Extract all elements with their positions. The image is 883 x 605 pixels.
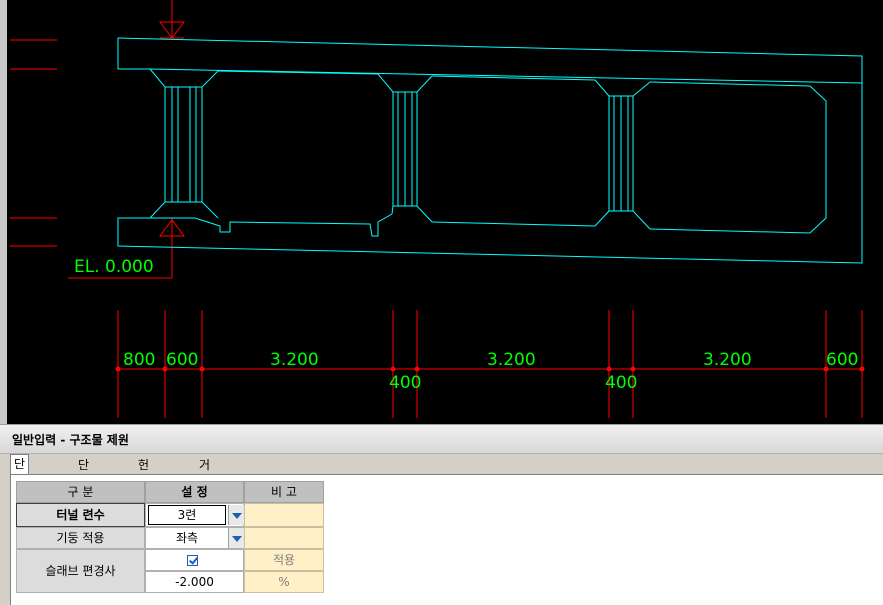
column-apply-label: 기둥 적용 bbox=[16, 527, 145, 549]
header-setting: 설 정 bbox=[145, 481, 244, 503]
dim-label: 400 bbox=[605, 373, 637, 393]
elevation-marker: EL. 0.000 bbox=[68, 0, 185, 279]
elevation-label: EL. 0.000 bbox=[74, 257, 154, 277]
column-apply-select[interactable]: 좌측 bbox=[145, 527, 244, 549]
dim-label: 3.200 bbox=[703, 350, 752, 370]
tab-haunch-dimensions[interactable]: 헌치제원 bbox=[138, 456, 149, 526]
slab-slope-apply-cell bbox=[145, 549, 244, 571]
slab-slope-apply-remark: 적용 bbox=[244, 549, 324, 571]
dimension-labels: 800 600 3.200 3.200 3.200 600 400 400 bbox=[123, 350, 858, 393]
cad-drawing-area[interactable]: EL. 0.000 800 600 3.200 3.200 3.200 600 … bbox=[0, 0, 883, 424]
panel-title: 일반입력 - 구조물 제원 bbox=[12, 433, 129, 447]
chevron-down-icon[interactable] bbox=[228, 505, 244, 525]
slab-slope-input[interactable]: -2.000 bbox=[145, 571, 244, 593]
column-apply-value[interactable]: 좌측 bbox=[146, 528, 228, 548]
header-remark: 비 고 bbox=[244, 481, 324, 503]
dim-label: 600 bbox=[826, 350, 858, 370]
tab-girder-dimensions[interactable]: 거더제원 bbox=[199, 456, 210, 526]
reference-lines bbox=[10, 39, 57, 247]
tunnel-count-remark bbox=[244, 503, 324, 527]
tunnel-count-value[interactable]: 3련 bbox=[148, 505, 226, 525]
structure-drawing: EL. 0.000 800 600 3.200 3.200 3.200 600 … bbox=[10, 0, 865, 418]
chevron-down-icon[interactable] bbox=[228, 528, 244, 548]
culvert-outline bbox=[117, 37, 863, 264]
dim-label: 3.200 bbox=[487, 350, 536, 370]
slab-slope-unit: % bbox=[244, 571, 324, 593]
tunnel-count-select[interactable]: 3련 bbox=[145, 503, 244, 527]
slab-slope-label: 슬래브 편경사 bbox=[16, 549, 145, 593]
slab-slope-checkbox[interactable] bbox=[187, 555, 198, 566]
tab-section-dimensions[interactable]: 단면제원 bbox=[78, 456, 89, 526]
dim-label: 400 bbox=[389, 373, 421, 393]
tab-section-composition[interactable]: 단면구성 bbox=[10, 454, 30, 525]
header-category: 구 분 bbox=[16, 481, 145, 503]
dim-label: 3.200 bbox=[270, 350, 319, 370]
column-apply-remark bbox=[244, 527, 324, 549]
dim-label: 800 bbox=[123, 350, 155, 370]
panel-titlebar: 일반입력 - 구조물 제원 bbox=[0, 424, 883, 454]
input-panel: 일반입력 - 구조물 제원 단면구성 단면제원 헌치제원 거더제원 구 분 설 … bbox=[0, 424, 883, 605]
tunnel-count-label: 터널 련수 bbox=[16, 503, 145, 527]
dim-label: 600 bbox=[166, 350, 198, 370]
